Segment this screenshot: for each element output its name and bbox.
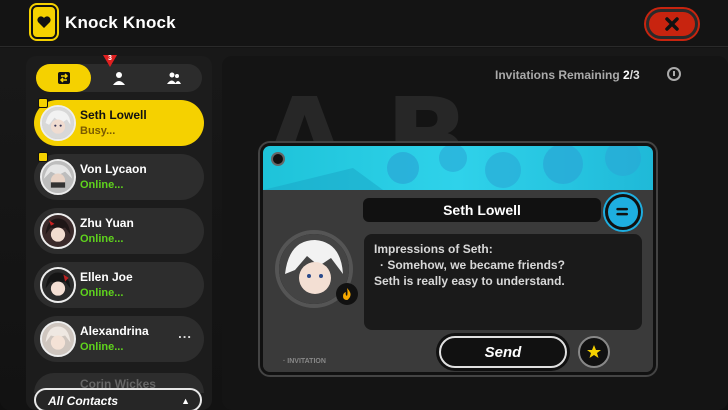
all-contacts-label: All Contacts [48, 394, 119, 408]
impression-line: Seth is really easy to understand. [374, 274, 565, 288]
contact-name: Ellen Joe [80, 270, 133, 284]
pin-icon [38, 98, 48, 108]
invitations-remaining: Invitations Remaining 2/3 [495, 68, 640, 82]
invitations-total: /3 [629, 68, 640, 82]
chat-bubble-icon[interactable] [605, 194, 641, 230]
impression-title: Impressions of Seth: [374, 242, 493, 256]
invitation-card: Seth Lowell Impressions of Seth: · Someh… [260, 143, 656, 375]
contact-name: Von Lycaon [80, 162, 147, 176]
all-contacts-dropdown[interactable]: All Contacts ▲ [34, 388, 202, 410]
contact-name: Seth Lowell [80, 108, 147, 122]
card-header-art [263, 146, 653, 190]
star-icon [587, 345, 601, 358]
chat-swap-icon [57, 72, 70, 84]
phone-heart-icon [31, 5, 57, 39]
contact-item-zhu-yuan[interactable]: Zhu Yuan Online... [34, 208, 204, 254]
more-options-button[interactable]: ... [178, 326, 192, 341]
favorite-button[interactable] [578, 336, 610, 368]
tab-group[interactable] [147, 64, 202, 92]
impression-bullet: · Somehow, we became friends? [380, 258, 565, 272]
chevron-up-icon: ▲ [181, 396, 190, 406]
card-name-plate: Seth Lowell [363, 198, 601, 222]
contact-status: Online... [80, 287, 124, 299]
app-title: Knock Knock [65, 13, 176, 32]
avatar [40, 321, 76, 357]
avatar [40, 105, 76, 141]
close-x-icon [665, 17, 679, 31]
contact-item-seth-lowell[interactable]: Seth Lowell Busy... [34, 98, 204, 146]
pin-icon [38, 152, 48, 162]
avatar [40, 267, 76, 303]
contact-tabs [36, 64, 202, 92]
close-button[interactable] [646, 9, 698, 39]
contact-item-ellen-joe[interactable]: Ellen Joe Online... [34, 262, 204, 308]
tab-person[interactable] [91, 64, 146, 92]
impression-text-box: Impressions of Seth: · Somehow, we becam… [364, 234, 642, 330]
avatar [40, 159, 76, 195]
contact-status: Online... [80, 179, 124, 191]
person-icon [112, 72, 125, 85]
record-dot-icon [271, 152, 285, 166]
contact-status: Busy... [80, 125, 116, 137]
contact-item-alexandrina[interactable]: Alexandrina Online... ... [34, 316, 204, 362]
contact-item-von-lycaon[interactable]: Von Lycaon Online... [34, 152, 204, 200]
group-icon [167, 72, 182, 84]
info-icon[interactable] [667, 67, 681, 81]
contact-status: Online... [80, 233, 124, 245]
invitation-label: · INVITATION [283, 358, 326, 365]
invitations-used: 2 [623, 68, 630, 82]
invitations-label: Invitations Remaining [495, 68, 620, 82]
contact-status: Online... [80, 341, 124, 353]
avatar [40, 213, 76, 249]
contact-name: Zhu Yuan [80, 216, 134, 230]
header-divider [0, 46, 728, 47]
contact-name: Alexandrina [80, 324, 149, 338]
tab-chats[interactable] [36, 64, 92, 92]
flame-icon [336, 283, 358, 305]
send-button[interactable]: Send [439, 336, 567, 368]
